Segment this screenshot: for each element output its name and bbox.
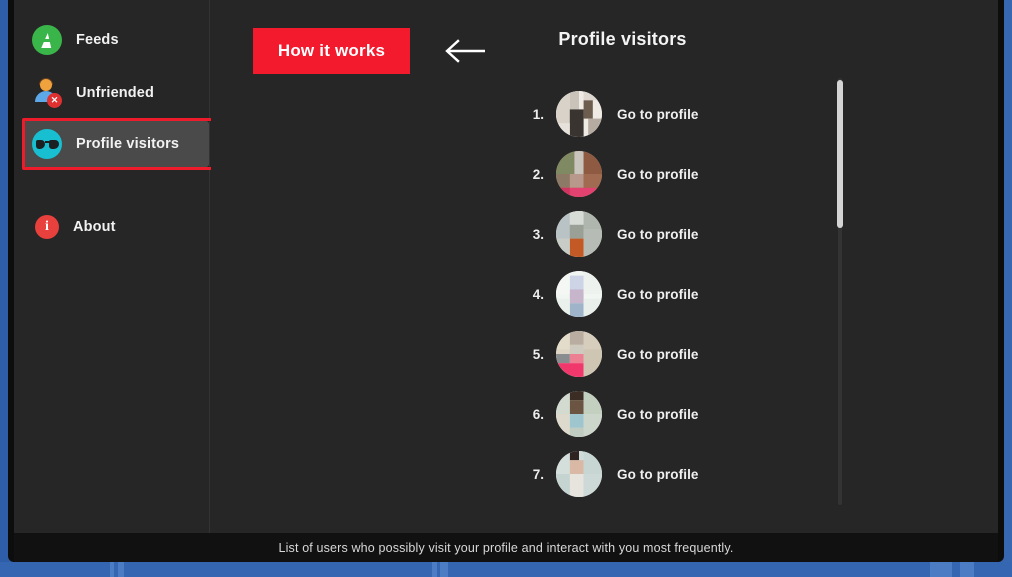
remove-badge: ✕: [47, 93, 62, 108]
go-to-profile-link[interactable]: Go to profile: [617, 347, 699, 362]
sidebar-item-label-unfriended: Unfriended: [76, 85, 155, 101]
avatar[interactable]: [556, 391, 602, 437]
taskbar[interactable]: [0, 562, 1012, 577]
go-to-profile-link[interactable]: Go to profile: [617, 107, 699, 122]
visitor-rank: 1.: [532, 106, 544, 122]
sidebar-item-unfriended[interactable]: ✕ Unfriended: [23, 70, 209, 116]
info-letter: i: [45, 218, 49, 234]
go-to-profile-link[interactable]: Go to profile: [617, 167, 699, 182]
avatar[interactable]: [556, 211, 602, 257]
visitor-rank: 3.: [532, 226, 544, 242]
avatar[interactable]: [556, 151, 602, 197]
visitor-row: 4. Go to profile: [211, 264, 998, 324]
go-to-profile-link[interactable]: Go to profile: [617, 407, 699, 422]
visitors-list: 1. Go to profile 2. Go to profile 3. Go …: [211, 84, 998, 509]
visitor-row: 2. Go to profile: [211, 144, 998, 204]
status-bar: List of users who possibly visit your pr…: [14, 533, 998, 562]
taskbar-segment: [110, 562, 114, 577]
sidebar-item-about[interactable]: i About: [23, 204, 209, 250]
status-bar-text: List of users who possibly visit your pr…: [278, 540, 734, 555]
visitor-rank: 7.: [532, 466, 544, 482]
taskbar-segment: [440, 562, 448, 577]
scrollbar-thumb[interactable]: [837, 80, 843, 228]
visitor-rank: 2.: [532, 166, 544, 182]
spy-sunglasses-icon: [32, 129, 62, 159]
go-to-profile-link[interactable]: Go to profile: [617, 227, 699, 242]
avatar[interactable]: [556, 451, 602, 497]
app-window: Feeds ✕ Unfriended Profile visitors i Ab…: [14, 0, 998, 533]
info-circle-icon: i: [35, 215, 59, 239]
taskbar-segment: [930, 562, 952, 577]
taskbar-segment: [960, 562, 974, 577]
sidebar-item-feeds[interactable]: Feeds: [23, 17, 209, 63]
visitor-row: 5. Go to profile: [211, 324, 998, 384]
page-title: Profile visitors: [558, 29, 687, 49]
avatar[interactable]: [556, 331, 602, 377]
sidebar: Feeds ✕ Unfriended Profile visitors i Ab…: [14, 0, 222, 533]
avatar[interactable]: [556, 91, 602, 137]
go-to-profile-link[interactable]: Go to profile: [617, 287, 699, 302]
sidebar-item-profile-visitors[interactable]: Profile visitors: [23, 121, 209, 167]
sidebar-item-label-feeds: Feeds: [76, 32, 119, 48]
taskbar-segment: [118, 562, 124, 577]
visitor-rank: 4.: [532, 286, 544, 302]
visitor-row: 1. Go to profile: [211, 84, 998, 144]
feeds-rss-icon: [32, 25, 62, 55]
avatar[interactable]: [556, 271, 602, 317]
sidebar-item-label-profile-visitors: Profile visitors: [76, 136, 180, 152]
person-remove-icon: ✕: [32, 78, 62, 108]
main-content: How it works Profile visitors 1. Go to p…: [211, 0, 998, 533]
visitor-row: 6. Go to profile: [211, 384, 998, 444]
desktop-background: Feeds ✕ Unfriended Profile visitors i Ab…: [0, 0, 1012, 577]
visitor-rank: 5.: [532, 346, 544, 362]
visitor-row: 3. Go to profile: [211, 204, 998, 264]
visitor-rank: 6.: [532, 406, 544, 422]
sidebar-item-label-about: About: [73, 219, 116, 235]
go-to-profile-link[interactable]: Go to profile: [617, 467, 699, 482]
taskbar-segment: [432, 562, 437, 577]
visitor-row: 7. Go to profile: [211, 444, 998, 504]
